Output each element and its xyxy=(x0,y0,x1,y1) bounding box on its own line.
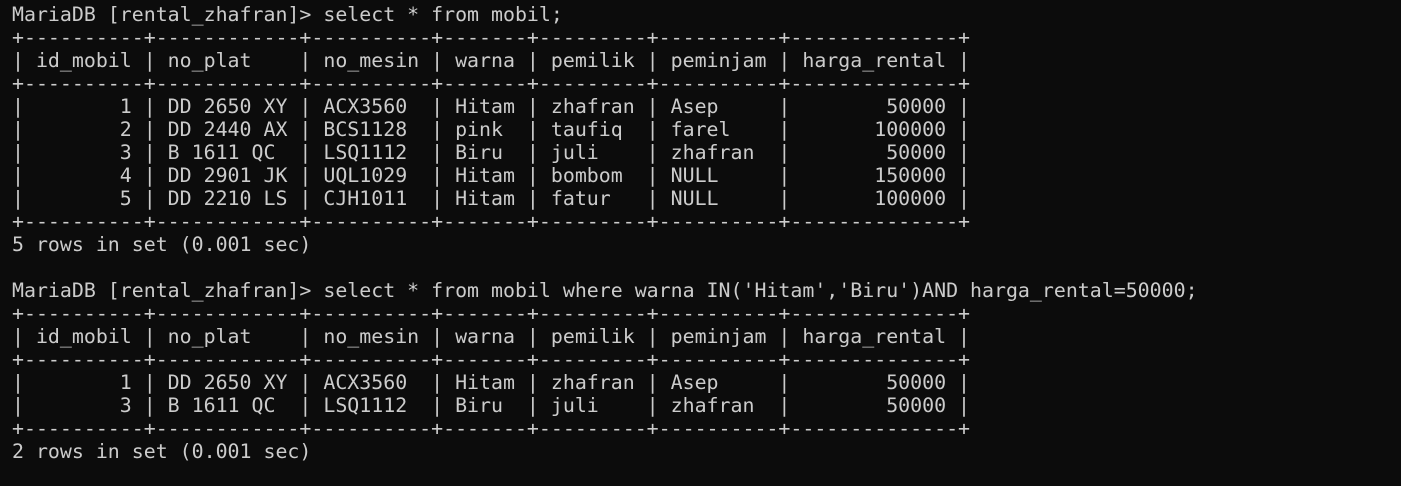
result-summary: 5 rows in set (0.001 sec) xyxy=(12,233,312,256)
table-header-row: | id_mobil | no_plat | no_mesin | warna … xyxy=(12,49,971,72)
table-row: | 1 | DD 2650 XY | ACX3560 | Hitam | zha… xyxy=(12,371,971,394)
table-row: | 2 | DD 2440 AX | BCS1128 | pink | tauf… xyxy=(12,118,971,141)
table-border: +----------+------------+----------+----… xyxy=(12,348,971,371)
table-border: +----------+------------+----------+----… xyxy=(12,26,971,49)
table-header-row: | id_mobil | no_plat | no_mesin | warna … xyxy=(12,325,971,348)
table-row: | 4 | DD 2901 JK | UQL1029 | Hitam | bom… xyxy=(12,164,971,187)
table-border: +----------+------------+----------+----… xyxy=(12,302,971,325)
table-border: +----------+------------+----------+----… xyxy=(12,210,971,233)
table-row: | 3 | B 1611 QC | LSQ1112 | Biru | juli … xyxy=(12,394,971,417)
result-summary: 2 rows in set (0.001 sec) xyxy=(12,440,312,463)
table-border: +----------+------------+----------+----… xyxy=(12,72,971,95)
table-row: | 5 | DD 2210 LS | CJH1011 | Hitam | fat… xyxy=(12,187,971,210)
table-row: | 3 | B 1611 QC | LSQ1112 | Biru | juli … xyxy=(12,141,971,164)
prompt-line: MariaDB [rental_zhafran]> select * from … xyxy=(12,279,1198,302)
prompt-line: MariaDB [rental_zhafran]> select * from … xyxy=(12,3,563,26)
terminal-window[interactable]: MariaDB [rental_zhafran]> select * from … xyxy=(0,0,1401,486)
table-border: +----------+------------+----------+----… xyxy=(12,417,971,440)
table-row: | 1 | DD 2650 XY | ACX3560 | Hitam | zha… xyxy=(12,95,971,118)
